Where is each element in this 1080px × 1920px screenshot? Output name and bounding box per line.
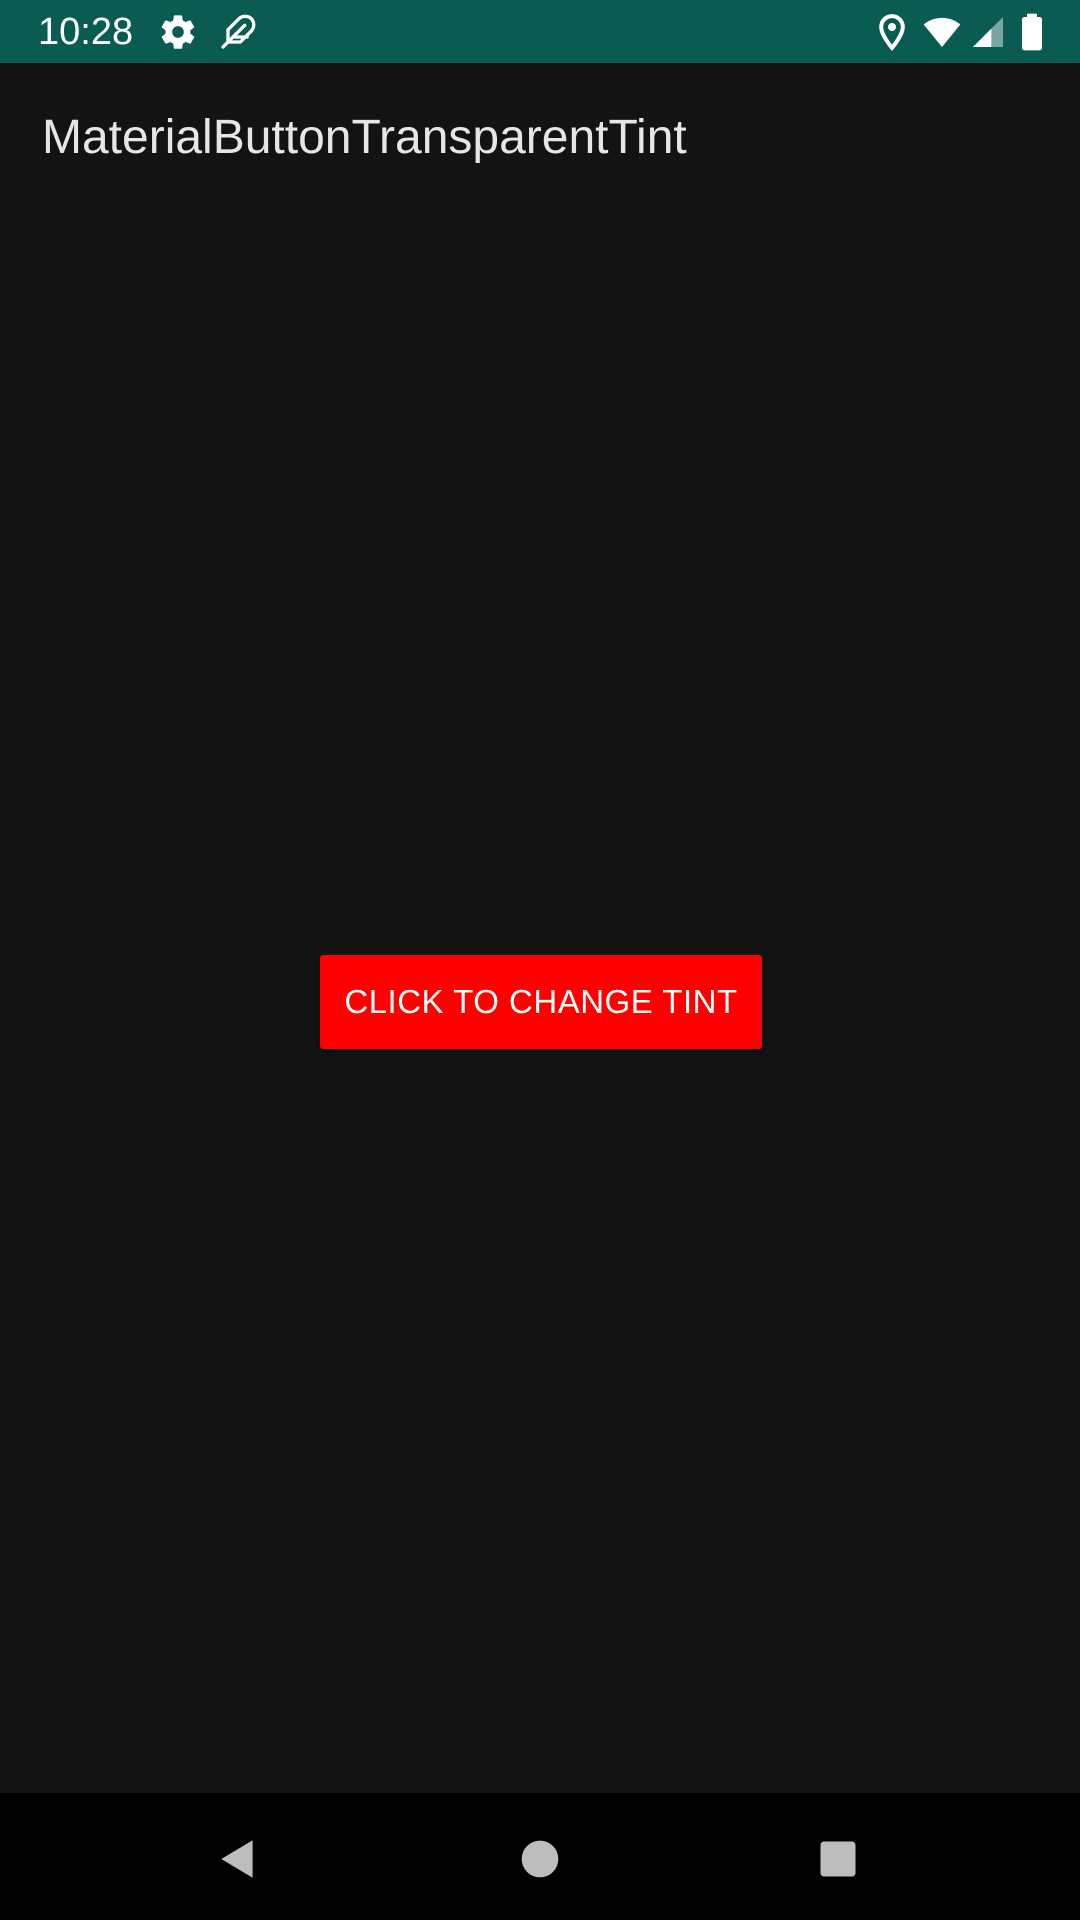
battery-icon <box>1012 12 1052 52</box>
home-icon[interactable] <box>510 1829 570 1889</box>
back-icon[interactable] <box>208 1829 268 1889</box>
navigation-bar <box>0 1793 1080 1920</box>
status-time: 10:28 <box>38 11 134 53</box>
status-bar: 10:28 <box>0 0 1080 63</box>
signal-icon <box>968 12 1008 52</box>
wifi-icon <box>922 12 962 52</box>
location-icon <box>872 12 912 52</box>
page-title: MaterialButtonTransparentTint <box>42 111 687 164</box>
change-tint-button[interactable]: CLICK TO CHANGE TINT <box>320 955 762 1049</box>
recents-icon[interactable] <box>808 1829 868 1889</box>
gear-icon <box>158 12 198 52</box>
app-screen: 10:28 MaterialButtonTransparentTint CLIC… <box>0 0 1080 1920</box>
feather-icon <box>218 12 258 52</box>
